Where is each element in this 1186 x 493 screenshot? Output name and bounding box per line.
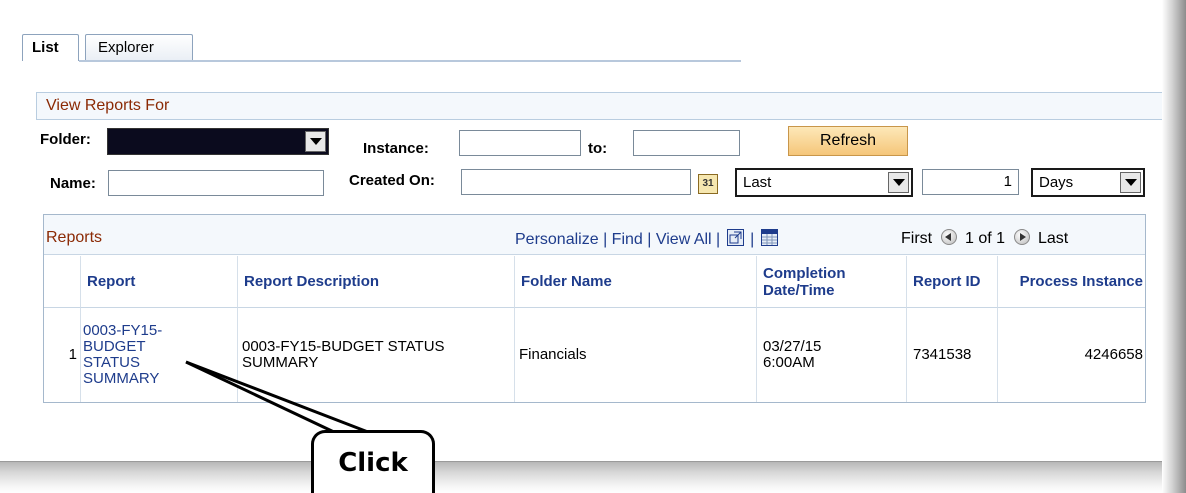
callout-text: Click — [338, 448, 408, 478]
callout-box: Click — [311, 430, 435, 493]
callout-pointer — [185, 360, 369, 434]
